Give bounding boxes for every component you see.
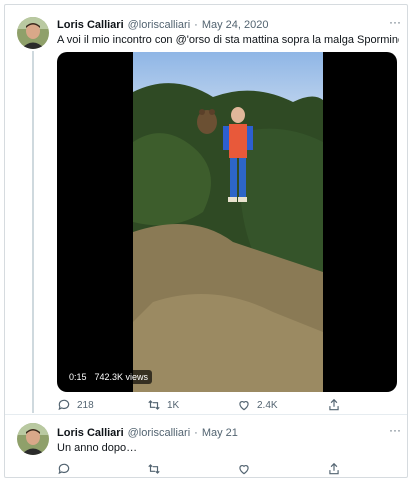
thread-line [32,51,34,413]
tweet-date[interactable]: May 24, 2020 [202,19,269,31]
tweet-actions [57,461,357,477]
video-meta: 0:15 742.3K views [65,370,153,384]
retweet-button[interactable] [147,461,237,477]
tweet-date[interactable]: May 21 [202,427,238,439]
like-icon [239,401,249,411]
like-button[interactable]: 2.4K [237,397,327,413]
retweet-count: 1K [167,399,180,411]
tweet[interactable]: Loris Calliari @loriscalliari · May 21 ·… [5,415,407,477]
tweet-actions: 218 1K 2.4K [57,397,357,413]
share-icon [329,462,339,475]
retweet-icon [148,464,160,474]
avatar[interactable] [17,17,49,49]
video-duration: 0:15 [69,372,87,382]
retweet-icon [148,400,160,410]
share-button[interactable] [327,397,357,413]
retweet-button[interactable]: 1K [147,397,237,413]
more-icon[interactable]: ··· [389,15,401,29]
reply-icon [58,399,70,411]
share-button[interactable] [327,461,357,477]
like-icon [239,465,249,475]
reply-count: 218 [77,399,94,411]
author-name[interactable]: Loris Calliari [57,19,124,31]
video-player[interactable]: 0:15 742.3K views [57,52,397,392]
separator-dot: · [194,19,198,31]
video-frame [133,52,323,392]
share-icon [329,398,339,411]
like-button[interactable] [237,461,327,477]
tweet[interactable]: Loris Calliari @loriscalliari · May 24, … [5,5,407,415]
tweet-header: Loris Calliari @loriscalliari · May 24, … [57,17,397,33]
author-handle[interactable]: @loriscalliari [128,427,191,439]
reply-button[interactable]: 218 [57,397,147,413]
video-views: 742.3K views [94,372,149,382]
tweet-text: Un anno dopo… [57,442,138,454]
like-count: 2.4K [257,399,278,411]
timeline: Loris Calliari @loriscalliari · May 24, … [4,4,408,478]
more-icon[interactable]: ··· [389,423,401,437]
reply-button[interactable] [57,461,147,477]
separator-dot: · [194,427,198,439]
author-name[interactable]: Loris Calliari [57,427,124,439]
avatar[interactable] [17,423,49,455]
tweet-text: A voi il mio incontro con @'orso di sta … [57,34,399,46]
reply-icon [58,463,70,475]
author-handle[interactable]: @loriscalliari [128,19,191,31]
tweet-header: Loris Calliari @loriscalliari · May 21 [57,425,397,441]
